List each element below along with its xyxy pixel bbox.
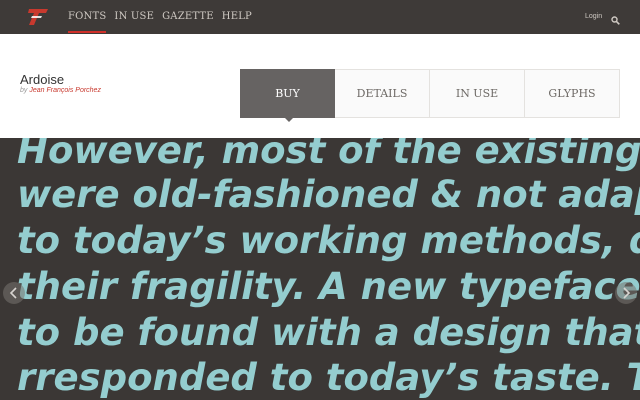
tab-in-use[interactable]: IN USE [430, 69, 525, 118]
font-header: Ardoise by Jean François Porchez BUY DET… [0, 34, 640, 138]
nav-item-help[interactable]: HELP [222, 0, 252, 34]
specimen-line: were old-fashioned & not adapted [17, 173, 640, 216]
login-link[interactable]: Login [585, 0, 602, 34]
specimen-line: to be found with a design that [17, 311, 640, 354]
specimen-line: to today’s working methods, due [17, 219, 640, 262]
search-icon[interactable] [611, 12, 620, 25]
tab-details[interactable]: DETAILS [335, 69, 430, 118]
font-title: Ardoise [20, 72, 65, 87]
font-byline: by Jean François Porchez [20, 87, 101, 94]
previous-arrow-button[interactable] [3, 282, 25, 304]
chevron-right-icon [623, 287, 631, 299]
specimen-line: their fragility. A new typeface [17, 265, 640, 308]
designer-link[interactable]: Jean François Porchez [29, 87, 101, 94]
tab-glyphs[interactable]: GLYPHS [525, 69, 620, 118]
next-arrow-button[interactable] [615, 282, 637, 304]
specimen-area: However, most of the existing were old-f… [0, 138, 640, 400]
nav-item-in-use[interactable]: IN USE [114, 0, 154, 34]
top-navigation-bar: FONTS IN USE GAZETTE HELP Login [0, 0, 640, 34]
tab-buy[interactable]: BUY [240, 69, 335, 122]
chevron-left-icon [9, 287, 17, 299]
specimen-line: However, most of the existing [17, 138, 640, 172]
by-label: by [20, 87, 28, 94]
specimen-line: rresponded to today’s taste. The [17, 356, 640, 399]
font-tabs: BUY DETAILS IN USE GLYPHS [240, 69, 620, 122]
nav-item-fonts[interactable]: FONTS [68, 0, 107, 34]
nav-item-gazette[interactable]: GAZETTE [162, 0, 214, 34]
main-nav: FONTS IN USE GAZETTE HELP [68, 0, 260, 34]
logo-icon[interactable] [26, 7, 50, 27]
